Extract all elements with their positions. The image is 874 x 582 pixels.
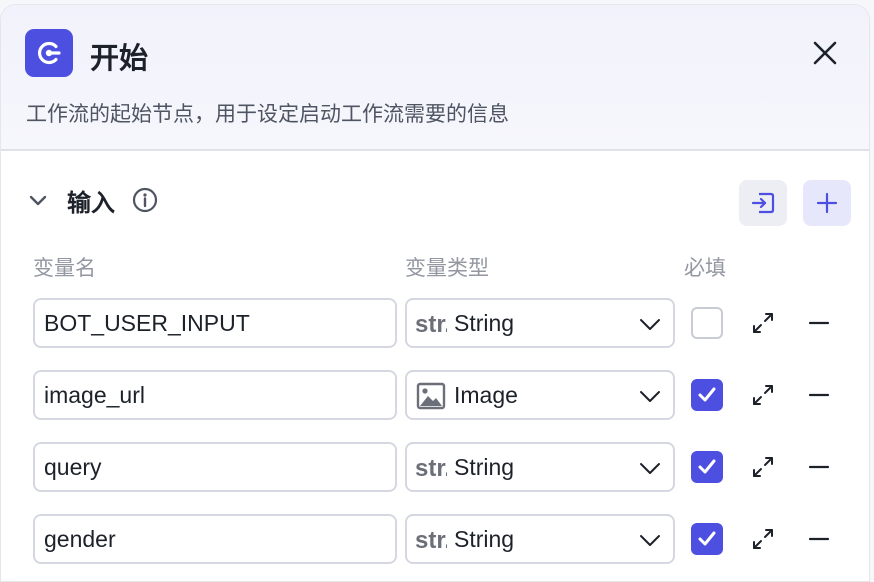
collapse-chevron-icon[interactable] — [28, 191, 48, 211]
check-icon — [698, 531, 716, 546]
remove-icon[interactable] — [808, 528, 830, 550]
remove-icon[interactable] — [808, 456, 830, 478]
column-header-name: 变量名 — [33, 256, 96, 280]
section-title: 输入 — [67, 189, 115, 217]
variable-row: BOT_USER_INPUT str. String — [1, 298, 869, 348]
variable-name-input[interactable]: BOT_USER_INPUT — [33, 298, 397, 348]
start-node-panel: 开始 工作流的起始节点，用于设定启动工作流需要的信息 输入 变量名 变量类型 必… — [0, 4, 870, 582]
import-icon — [751, 192, 775, 214]
remove-icon[interactable] — [808, 312, 830, 334]
panel-header: 开始 工作流的起始节点，用于设定启动工作流需要的信息 — [1, 5, 869, 151]
image-type-icon — [416, 382, 446, 410]
variable-row: gender str. String — [1, 514, 869, 564]
info-icon[interactable] — [132, 187, 158, 213]
check-icon — [698, 387, 716, 402]
variable-type-label: String — [454, 310, 515, 336]
string-type-icon: str. — [415, 455, 447, 482]
required-checkbox[interactable] — [691, 307, 723, 339]
start-node-icon — [25, 29, 73, 77]
chevron-down-icon — [640, 463, 660, 474]
variable-name-input[interactable]: query — [33, 442, 397, 492]
required-checkbox[interactable] — [691, 451, 723, 483]
svg-text:str.: str. — [415, 311, 447, 338]
svg-text:str.: str. — [415, 455, 447, 482]
close-icon — [813, 41, 837, 65]
expand-icon[interactable] — [751, 527, 775, 551]
column-header-type: 变量类型 — [405, 256, 489, 280]
variable-type-select[interactable]: str. String — [405, 442, 675, 492]
chevron-down-icon — [640, 535, 660, 546]
check-icon — [698, 459, 716, 474]
chevron-down-icon — [640, 391, 660, 402]
variable-type-select[interactable]: str. String — [405, 298, 675, 348]
remove-icon[interactable] — [808, 384, 830, 406]
close-button[interactable] — [811, 39, 839, 67]
node-description: 工作流的起始节点，用于设定启动工作流需要的信息 — [26, 102, 509, 126]
chevron-down-icon — [640, 319, 660, 330]
node-title: 开始 — [90, 41, 149, 75]
column-header-required: 必填 — [684, 256, 726, 280]
string-type-icon: str. — [415, 527, 447, 554]
expand-icon[interactable] — [751, 311, 775, 335]
variable-row: image_url Image — [1, 370, 869, 420]
plus-icon — [816, 192, 838, 214]
variable-type-select[interactable]: Image — [405, 370, 675, 420]
variable-name-input[interactable]: gender — [33, 514, 397, 564]
import-variables-button[interactable] — [739, 180, 787, 226]
string-type-icon: str. — [415, 311, 447, 338]
svg-text:str.: str. — [415, 527, 447, 554]
expand-icon[interactable] — [751, 455, 775, 479]
variable-name-input[interactable]: image_url — [33, 370, 397, 420]
variable-type-select[interactable]: str. String — [405, 514, 675, 564]
add-variable-button[interactable] — [803, 180, 851, 226]
required-checkbox[interactable] — [691, 379, 723, 411]
input-section-header: 输入 — [1, 177, 869, 227]
required-checkbox[interactable] — [691, 523, 723, 555]
variable-type-label: String — [454, 454, 515, 480]
variable-type-label: String — [454, 526, 515, 552]
expand-icon[interactable] — [751, 383, 775, 407]
variable-type-label: Image — [454, 382, 518, 408]
variable-row: query str. String — [1, 442, 869, 492]
